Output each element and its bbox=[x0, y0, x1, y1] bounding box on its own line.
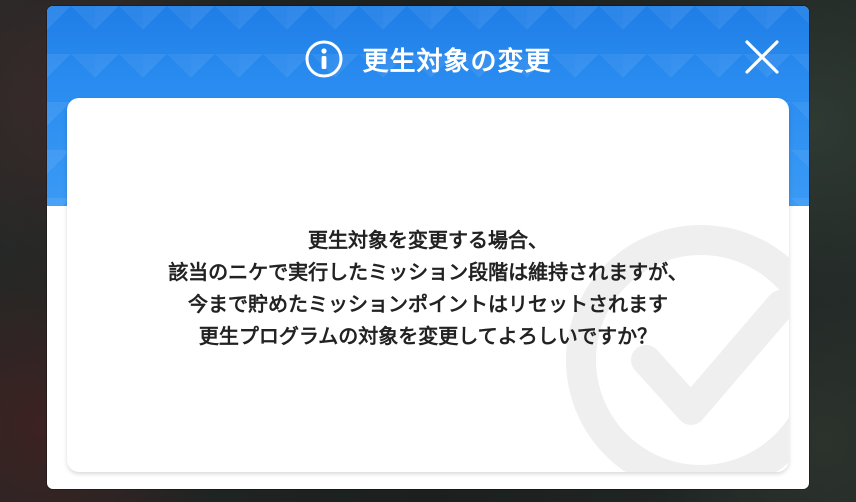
message-line: 更生プログラムの対象を変更してよろしいですか？ bbox=[198, 324, 658, 348]
message-panel: 更生対象を変更する場合、 該当のニケで実行したミッション段階は維持されますが、 … bbox=[67, 98, 789, 472]
dialog-title: 更生対象の変更 bbox=[362, 46, 552, 77]
dialog-message: 更生対象を変更する場合、 該当のニケで実行したミッション段階は維持されますが、 … bbox=[67, 224, 789, 352]
close-icon[interactable] bbox=[743, 38, 781, 76]
message-line: 該当のニケで実行したミッション段階は維持されますが、 bbox=[168, 260, 688, 284]
dialog-title-row: 更生対象の変更 bbox=[47, 28, 809, 90]
message-line: 更生対象を変更する場合、 bbox=[308, 228, 548, 252]
message-line: 今まで貯めたミッションポイントはリセットされます bbox=[188, 292, 668, 316]
info-icon bbox=[305, 40, 343, 78]
change-target-dialog: 更生対象の変更 更生対象を変更する場合、 該当のニケで実行したミッション段階は維… bbox=[47, 6, 809, 489]
